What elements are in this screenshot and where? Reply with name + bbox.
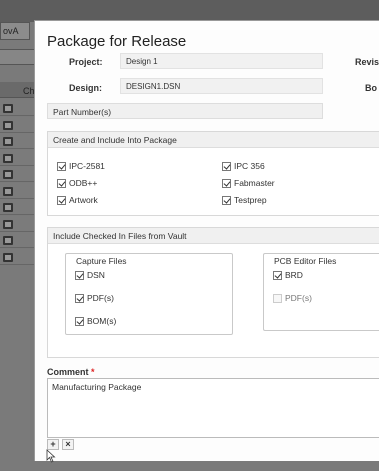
folder-icon	[3, 252, 13, 262]
capture-bom-checkbox[interactable]: BOM(s)	[75, 316, 116, 326]
design-label: Design:	[69, 83, 103, 93]
folder-icon	[3, 236, 13, 245]
required-marker: *	[91, 367, 95, 377]
checkbox-box[interactable]	[75, 270, 84, 280]
background-table-row	[0, 215, 34, 232]
bom-label: Bo	[365, 83, 377, 93]
checkbox-label: PDF(s)	[87, 293, 114, 303]
folder-icon	[3, 153, 13, 163]
checkbox-box[interactable]	[75, 316, 84, 326]
checkbox-box[interactable]	[222, 161, 231, 171]
fabmaster-checkbox[interactable]: Fabmaster	[222, 178, 275, 188]
checkbox-label: Artwork	[69, 195, 98, 205]
folder-icon	[3, 186, 13, 196]
comment-label-text: Comment	[47, 367, 89, 377]
background-select[interactable]: ovA	[0, 22, 30, 40]
checkbox-label: Fabmaster	[234, 178, 275, 188]
capture-files-group: Capture Files DSN PDF(s) BOM(s)	[65, 253, 233, 335]
checkbox-label: ODB++	[69, 178, 98, 188]
folder-icon	[3, 137, 13, 146]
checkbox-box[interactable]	[222, 178, 231, 188]
checkbox-label: PDF(s)	[285, 293, 312, 303]
dialog-title: Package for Release	[47, 33, 187, 50]
background-filter-bar	[0, 49, 34, 65]
pcb-brd-checkbox[interactable]: BRD	[273, 270, 303, 280]
checkbox-label: DSN	[87, 270, 105, 280]
artwork-checkbox[interactable]: Artwork	[57, 195, 98, 205]
pcb-editor-files-group: PCB Editor Files BRD PDF(s)	[263, 253, 379, 331]
background-table-row	[0, 182, 34, 199]
checkbox-label: IPC-2581	[69, 161, 105, 171]
create-include-header: Create and Include Into Package	[48, 132, 379, 148]
checkbox-box[interactable]	[75, 293, 84, 303]
background-table-row	[0, 166, 34, 182]
create-include-panel: Create and Include Into Package IPC-2581…	[47, 131, 379, 216]
design-field: DESIGN1.DSN	[120, 78, 323, 94]
ipc-2581-checkbox[interactable]: IPC-2581	[57, 161, 105, 171]
folder-icon	[3, 120, 13, 130]
checkbox-label: BRD	[285, 270, 303, 280]
folder-icon	[3, 203, 13, 212]
background-toolbar	[0, 0, 379, 22]
folder-icon	[3, 219, 13, 229]
capture-dsn-checkbox[interactable]: DSN	[75, 270, 105, 280]
checkbox-label: BOM(s)	[87, 316, 117, 326]
revision-label: Revisi	[355, 57, 379, 67]
pcb-editor-files-title: PCB Editor Files	[272, 256, 339, 266]
background-table-row	[0, 232, 34, 248]
folder-icon	[3, 104, 13, 113]
checkbox-label: IPC 356	[234, 161, 265, 171]
background-table-row	[0, 100, 34, 116]
capture-pdf-checkbox[interactable]: PDF(s)	[75, 293, 114, 303]
ipc-356-checkbox[interactable]: IPC 356	[222, 161, 265, 171]
background-table-row	[0, 248, 34, 265]
remove-button[interactable]: ×	[62, 439, 74, 450]
package-release-dialog: Package for Release Project: Design 1 Re…	[34, 20, 379, 461]
testprep-checkbox[interactable]: Testprep	[222, 195, 267, 205]
comment-textarea[interactable]: Manufacturing Package	[47, 378, 379, 438]
vault-panel: Include Checked In Files from Vault Capt…	[47, 227, 379, 358]
checkbox-box[interactable]	[273, 270, 282, 280]
project-field: Design 1	[120, 53, 323, 69]
background-column-header: Ch	[23, 86, 35, 96]
pcb-pdf-checkbox[interactable]: PDF(s)	[273, 293, 312, 303]
vault-header: Include Checked In Files from Vault	[48, 228, 379, 244]
capture-files-title: Capture Files	[74, 256, 129, 266]
checkbox-box[interactable]	[57, 161, 66, 171]
background-table-row	[0, 116, 34, 133]
project-label: Project:	[69, 57, 103, 67]
comment-label: Comment *	[47, 367, 95, 377]
mouse-cursor-icon	[46, 449, 56, 463]
odb-checkbox[interactable]: ODB++	[57, 178, 97, 188]
checkbox-box[interactable]	[273, 293, 282, 303]
background-table-row	[0, 133, 34, 149]
checkbox-box[interactable]	[222, 195, 231, 205]
checkbox-box[interactable]	[57, 195, 66, 205]
background-table-row	[0, 149, 34, 166]
background-table-row	[0, 199, 34, 215]
folder-icon	[3, 170, 13, 179]
checkbox-label: Testprep	[234, 195, 267, 205]
part-numbers-section[interactable]: Part Number(s)	[47, 103, 323, 119]
checkbox-box[interactable]	[57, 178, 66, 188]
